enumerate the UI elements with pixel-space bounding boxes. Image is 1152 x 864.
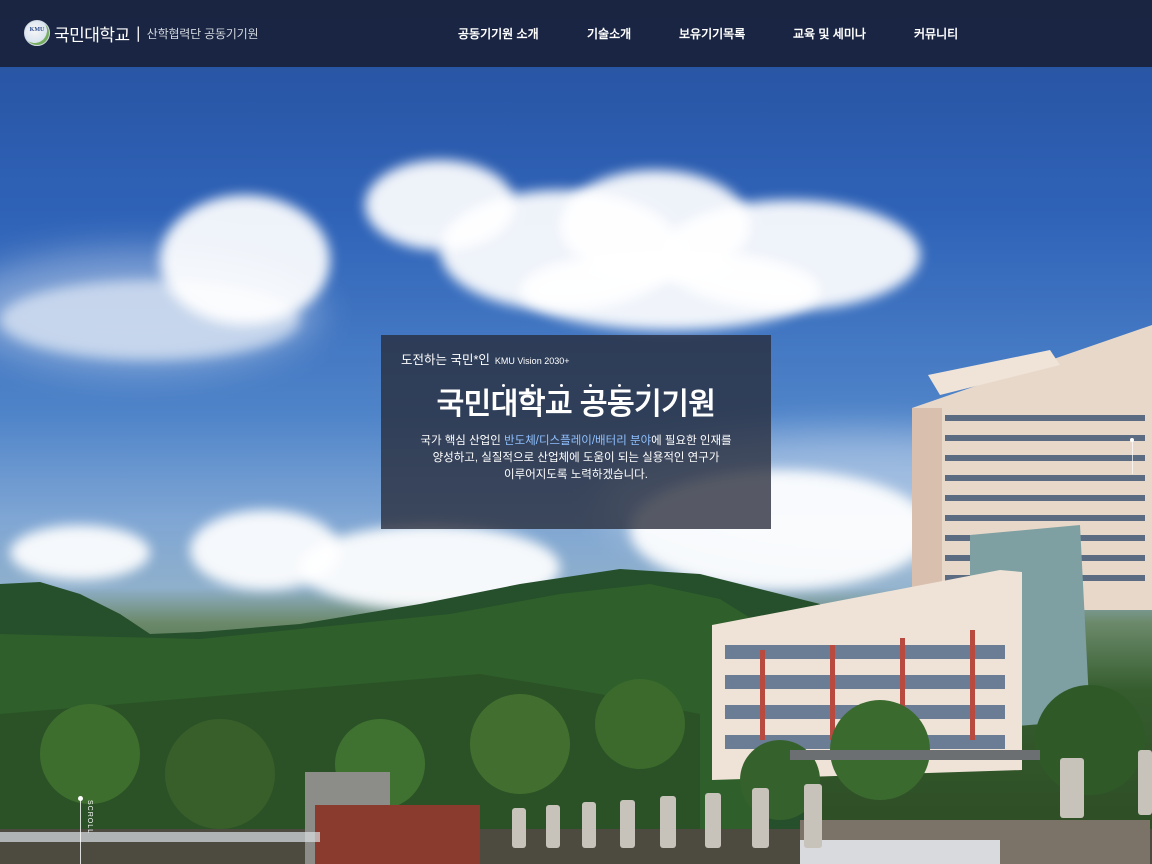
building-brick bbox=[315, 805, 480, 864]
nav-item-education-seminar[interactable]: 교육 및 세미나 bbox=[793, 25, 866, 42]
pillar bbox=[804, 784, 822, 848]
railing bbox=[0, 832, 320, 842]
cloud bbox=[520, 250, 820, 330]
pillar bbox=[1138, 750, 1152, 815]
pillar bbox=[512, 808, 526, 848]
logo-subtitle: 산학협력단 공동기기원 bbox=[146, 26, 259, 41]
slide-indicator[interactable] bbox=[1130, 438, 1134, 476]
hero-highlight: 반도체/디스플레이/배터리 분야 bbox=[504, 435, 652, 447]
pillar bbox=[546, 805, 560, 848]
pillar bbox=[705, 793, 721, 848]
hero-kicker: 도전하는 국민*인 KMU Vision 2030+ bbox=[401, 349, 569, 368]
pillar bbox=[660, 796, 676, 848]
hero-banner: KMU 국민대학교 | 산학협력단 공동기기원 공동기기원 소개 기술소개 보유… bbox=[0, 0, 1152, 864]
top-navbar: KMU 국민대학교 | 산학협력단 공동기기원 공동기기원 소개 기술소개 보유… bbox=[0, 0, 1152, 67]
nav-item-equipment-list[interactable]: 보유기기목록 bbox=[679, 25, 745, 42]
pillar bbox=[1060, 758, 1084, 818]
hero-description: 국가 핵심 산업인 반도체/디스플레이/배터리 분야에 필요한 인재를 양성하고… bbox=[420, 435, 732, 481]
nav-item-technology[interactable]: 기술소개 bbox=[587, 25, 631, 42]
hero-vision: KMU Vision 2030+ bbox=[494, 356, 570, 366]
slide-line bbox=[1131, 442, 1133, 474]
hero-slogan: 도전하는 국민*인 bbox=[401, 353, 490, 367]
hero-intro-card: 도전하는 국민*인 KMU Vision 2030+ 국민대학교 공동기기원 국가… bbox=[381, 335, 771, 529]
pillar bbox=[620, 800, 635, 848]
hero-title: 국민대학교 공동기기원 bbox=[436, 388, 716, 421]
pillar bbox=[582, 802, 596, 848]
nav-item-about[interactable]: 공동기기원 소개 bbox=[458, 25, 539, 42]
logo-university-name: 국민대학교 bbox=[54, 25, 130, 45]
scroll-indicator[interactable]: SCROLL bbox=[77, 796, 97, 864]
scroll-label: SCROLL bbox=[86, 800, 93, 835]
cloud bbox=[0, 280, 300, 360]
site-logo[interactable]: KMU 국민대학교 | 산학협력단 공동기기원 bbox=[24, 18, 259, 48]
logo-separator: | bbox=[135, 24, 141, 42]
nav-item-community[interactable]: 커뮤니티 bbox=[914, 25, 958, 42]
scroll-line bbox=[80, 799, 81, 864]
pillar bbox=[752, 788, 769, 848]
kmu-emblem-icon: KMU bbox=[24, 20, 50, 46]
